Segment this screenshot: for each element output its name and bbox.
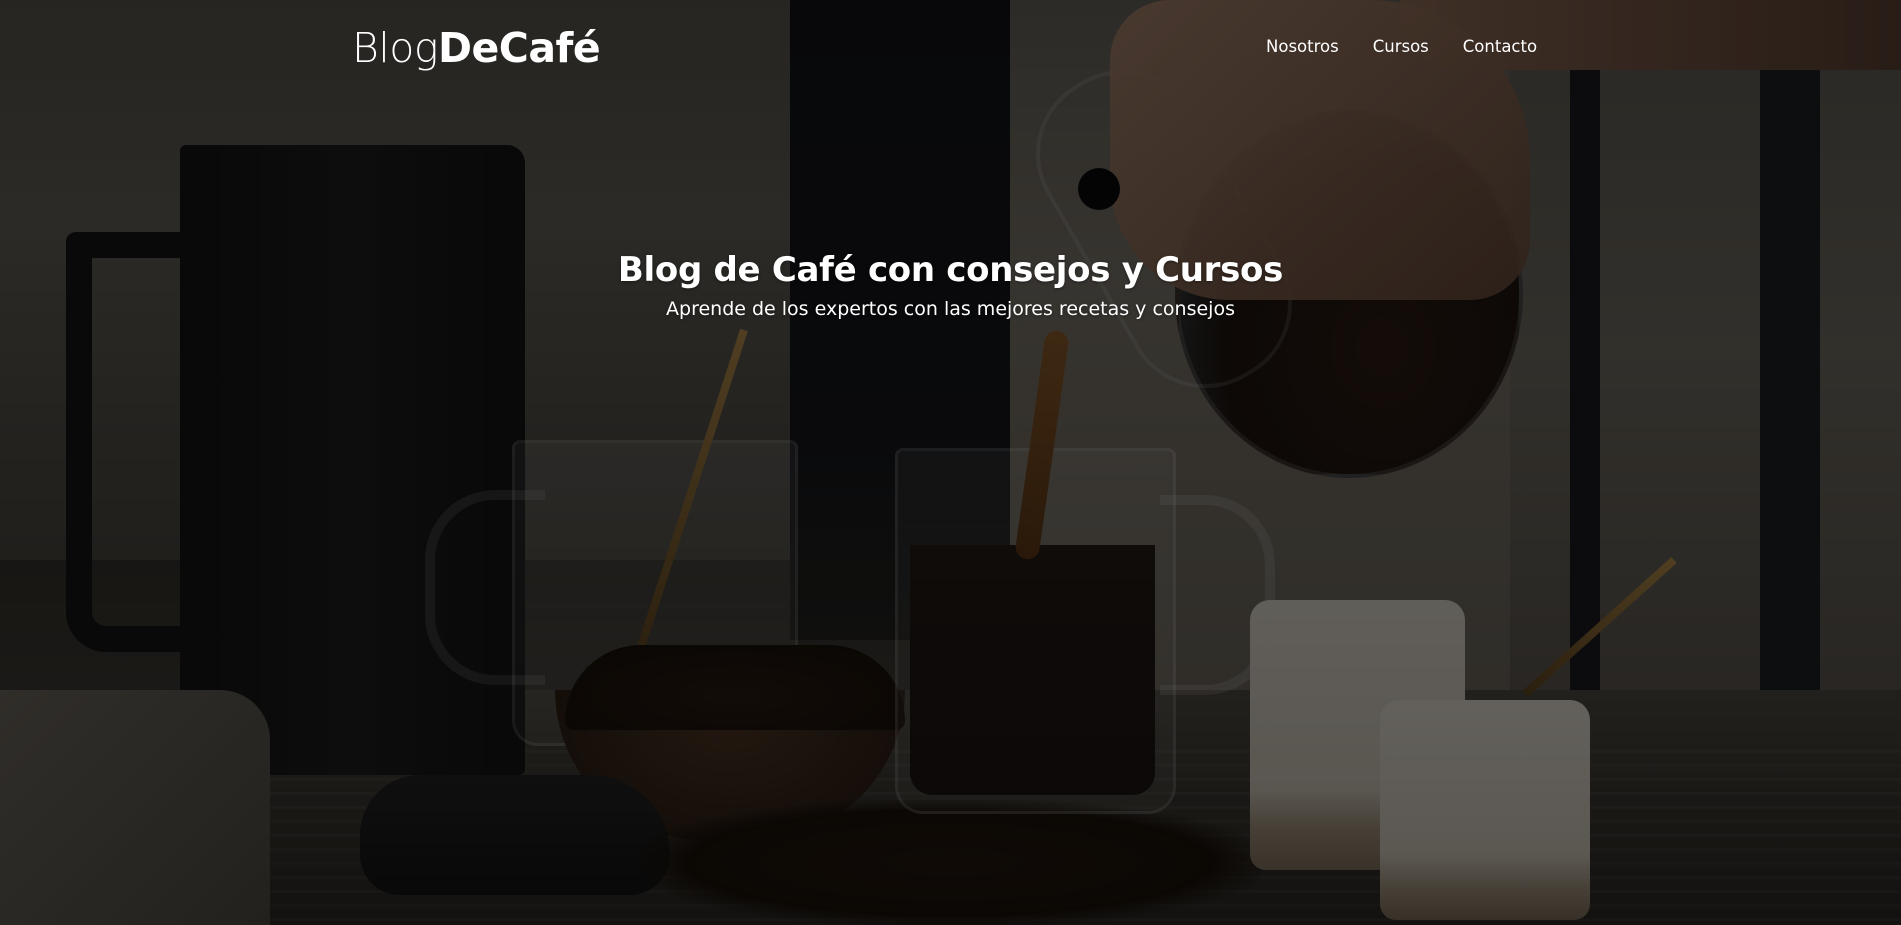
nav-link-cursos[interactable]: Cursos — [1373, 36, 1429, 58]
nav-link-contacto[interactable]: Contacto — [1463, 36, 1537, 58]
nav-link-nosotros[interactable]: Nosotros — [1266, 36, 1339, 58]
hero-dark-overlay — [0, 0, 1901, 925]
main-nav: Nosotros Cursos Contacto — [1266, 36, 1537, 58]
hero-title: Blog de Café con consejos y Cursos — [617, 250, 1284, 290]
site-header: BlogDeCafé Nosotros Cursos Contacto — [352, 22, 1901, 82]
logo-text-bold: DeCafé — [437, 24, 601, 72]
site-logo[interactable]: BlogDeCafé — [352, 22, 601, 74]
hero-subtitle: Aprende de los expertos con las mejores … — [666, 298, 1235, 320]
hero-section: BlogDeCafé Nosotros Cursos Contacto Blog… — [0, 0, 1901, 925]
logo-text-light: Blog — [352, 24, 438, 72]
hero-text-block: Blog de Café con consejos y Cursos Apren… — [0, 245, 1901, 323]
